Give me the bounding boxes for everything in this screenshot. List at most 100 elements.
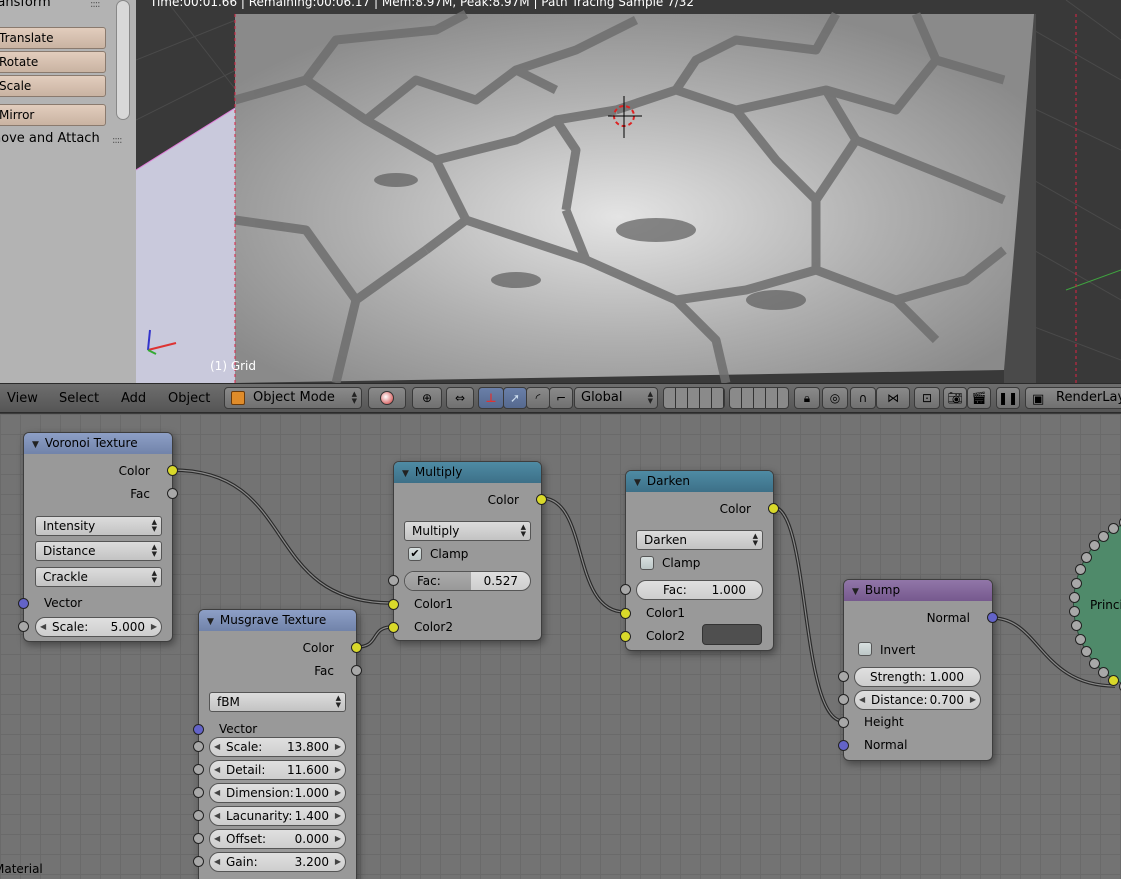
pause-button[interactable]: ❚❚ [996,387,1020,409]
musgrave-node-header[interactable]: ▼ Musgrave Texture [199,610,356,631]
render-layer-dropdown[interactable]: ▣ RenderLayer [1025,387,1121,409]
multiply-node-header[interactable]: ▼ Multiply [394,462,541,483]
principled-input-socket[interactable] [1088,657,1100,669]
darken-mix-node[interactable]: ▼ Darken Color Darken ▲ ▼ Clamp Fac: 1.000 … [620,470,779,651]
bump-distance-field[interactable]: ◀ Distance: 0.700 ▶ [854,690,981,710]
increment-arrow-icon[interactable]: ▶ [335,807,341,825]
darken-color2-socket[interactable] [620,631,631,642]
principled-input-socket[interactable] [1071,577,1083,589]
darken-fac-socket[interactable] [620,584,631,595]
voronoi-vector-socket[interactable] [18,598,29,609]
viewport-shading-button[interactable] [368,387,406,409]
increment-arrow-icon[interactable]: ▶ [335,761,341,779]
decrement-arrow-icon[interactable]: ◀ [214,761,220,779]
decrement-arrow-icon[interactable]: ◀ [214,853,220,871]
darken-color-socket[interactable] [768,503,779,514]
musgrave-param-field[interactable]: ◀ Scale: 13.800 ▶ [209,737,346,757]
musgrave-param-socket[interactable] [193,764,204,775]
multiply-blend-dropdown[interactable]: Multiply ▲ ▼ [404,521,531,541]
increment-arrow-icon[interactable]: ▶ [335,830,341,848]
orientation-dropdown[interactable]: Global ▲ ▼ [574,387,658,409]
snap-element-dropdown[interactable]: ⋈ [876,387,910,409]
musgrave-param-field[interactable]: ◀ Dimension: 1.000 ▶ [209,783,346,803]
translate-manipulator-button[interactable]: ⊥ [478,387,504,409]
bump-strength-slider[interactable]: Strength: 1.000 [854,667,981,687]
bump-node[interactable]: ▼ Bump Normal Invert Strength: 1.000 ◀ Di… [838,579,998,761]
musgrave-param-socket[interactable] [193,741,204,752]
transform-panel-title[interactable]: Transform [0,0,51,10]
bump-normal-out-socket[interactable] [987,612,998,623]
darken-clamp-checkbox[interactable] [640,556,654,570]
collapse-triangle-icon[interactable]: ▼ [207,617,214,627]
snap-target-button[interactable]: ⊡ [914,387,940,409]
collapse-triangle-icon[interactable]: ▼ [32,440,39,450]
scale-manipulator-button[interactable]: ⌐ [549,387,573,409]
translate-button[interactable]: Translate [0,27,106,49]
menu-add[interactable]: Add [121,391,146,406]
shelf-scrollbar[interactable] [116,0,130,120]
3d-viewport[interactable]: Time:00:01.66 | Remaining:00:06.17 | Mem… [136,0,1121,383]
proportional-edit-button[interactable]: ◎ [822,387,848,409]
musgrave-vector-socket[interactable] [193,724,204,735]
multiply-color2-socket[interactable] [388,622,399,633]
voronoi-color-socket[interactable] [167,465,178,476]
decrement-arrow-icon[interactable]: ◀ [859,691,865,709]
musgrave-param-field[interactable]: ◀ Gain: 3.200 ▶ [209,852,346,872]
darken-color2-swatch[interactable] [702,624,762,645]
darken-color1-socket[interactable] [620,608,631,619]
voronoi-node-header[interactable]: ▼ Voronoi Texture [24,433,172,454]
render-image-button[interactable]: 📷︎ [943,387,967,409]
rotate-arc-button[interactable]: ◜ [526,387,550,409]
render-animation-button[interactable]: 🎬︎ [967,387,991,409]
remove-attach-panel-title[interactable]: Remove and Attach [0,131,100,146]
voronoi-feature-dropdown[interactable]: Crackle ▲ ▼ [35,567,162,587]
layers-row-2[interactable] [729,387,789,409]
musgrave-param-field[interactable]: ◀ Offset: 0.000 ▶ [209,829,346,849]
musgrave-color-socket[interactable] [351,642,362,653]
mode-dropdown[interactable]: Object Mode ▲ ▼ [224,387,362,409]
pivot-button[interactable]: ⊕ [412,387,442,409]
principled-input-socket[interactable] [1075,633,1087,645]
principled-input-socket[interactable] [1081,551,1093,563]
musgrave-param-socket[interactable] [193,833,204,844]
increment-arrow-icon[interactable]: ▶ [151,618,157,636]
darken-node-header[interactable]: ▼ Darken [626,471,773,492]
musgrave-fac-socket[interactable] [351,665,362,676]
decrement-arrow-icon[interactable]: ◀ [214,738,220,756]
voronoi-texture-node[interactable]: ▼ Voronoi Texture Color Fac Intensity ▲ ▼ D… [18,432,178,642]
musgrave-type-dropdown[interactable]: fBM ▲ ▼ [209,692,346,712]
musgrave-texture-node[interactable]: ▼ Musgrave Texture Color Fac fBM ▲ ▼ Vector… [193,609,362,879]
manipulator-toggle[interactable]: ⇔ [446,387,474,409]
multiply-mix-node[interactable]: ▼ Multiply Color Multiply ▲ ▼ ✔ Clamp Fac: … [388,461,547,641]
multiply-clamp-checkbox[interactable]: ✔ [408,547,422,561]
voronoi-scale-socket[interactable] [18,621,29,632]
multiply-color-socket[interactable] [536,494,547,505]
menu-view[interactable]: View [7,391,38,406]
decrement-arrow-icon[interactable]: ◀ [214,807,220,825]
principled-input-socket[interactable] [1097,667,1109,679]
layers-row-1[interactable] [663,387,725,409]
rotate-manipulator-button[interactable]: ➚ [503,387,527,409]
increment-arrow-icon[interactable]: ▶ [335,853,341,871]
bump-invert-checkbox[interactable] [858,642,872,656]
menu-object[interactable]: Object [168,391,210,406]
bump-height-socket[interactable] [838,717,849,728]
multiply-color1-socket[interactable] [388,599,399,610]
lock-camera-button[interactable]: 🔒︎ [794,387,820,409]
darken-fac-slider[interactable]: Fac: 1.000 [636,580,763,600]
panel-grip-icon[interactable]: :::: [90,0,101,10]
principled-input-socket[interactable] [1108,674,1120,686]
musgrave-param-socket[interactable] [193,810,204,821]
collapse-triangle-icon[interactable]: ▼ [852,587,859,597]
musgrave-param-field[interactable]: ◀ Detail: 11.600 ▶ [209,760,346,780]
rotate-button[interactable]: Rotate [0,51,106,73]
multiply-fac-slider[interactable]: Fac: 0.527 [404,571,531,591]
mirror-button[interactable]: Mirror [0,104,106,126]
menu-select[interactable]: Select [59,391,99,406]
voronoi-scale-field[interactable]: ◀ Scale: 5.000 ▶ [35,617,162,637]
panel-grip-icon[interactable]: :::: [112,135,123,146]
snap-toggle[interactable]: ∩ [850,387,876,409]
multiply-fac-socket[interactable] [388,575,399,586]
voronoi-metric-dropdown[interactable]: Distance ▲ ▼ [35,541,162,561]
musgrave-param-socket[interactable] [193,856,204,867]
